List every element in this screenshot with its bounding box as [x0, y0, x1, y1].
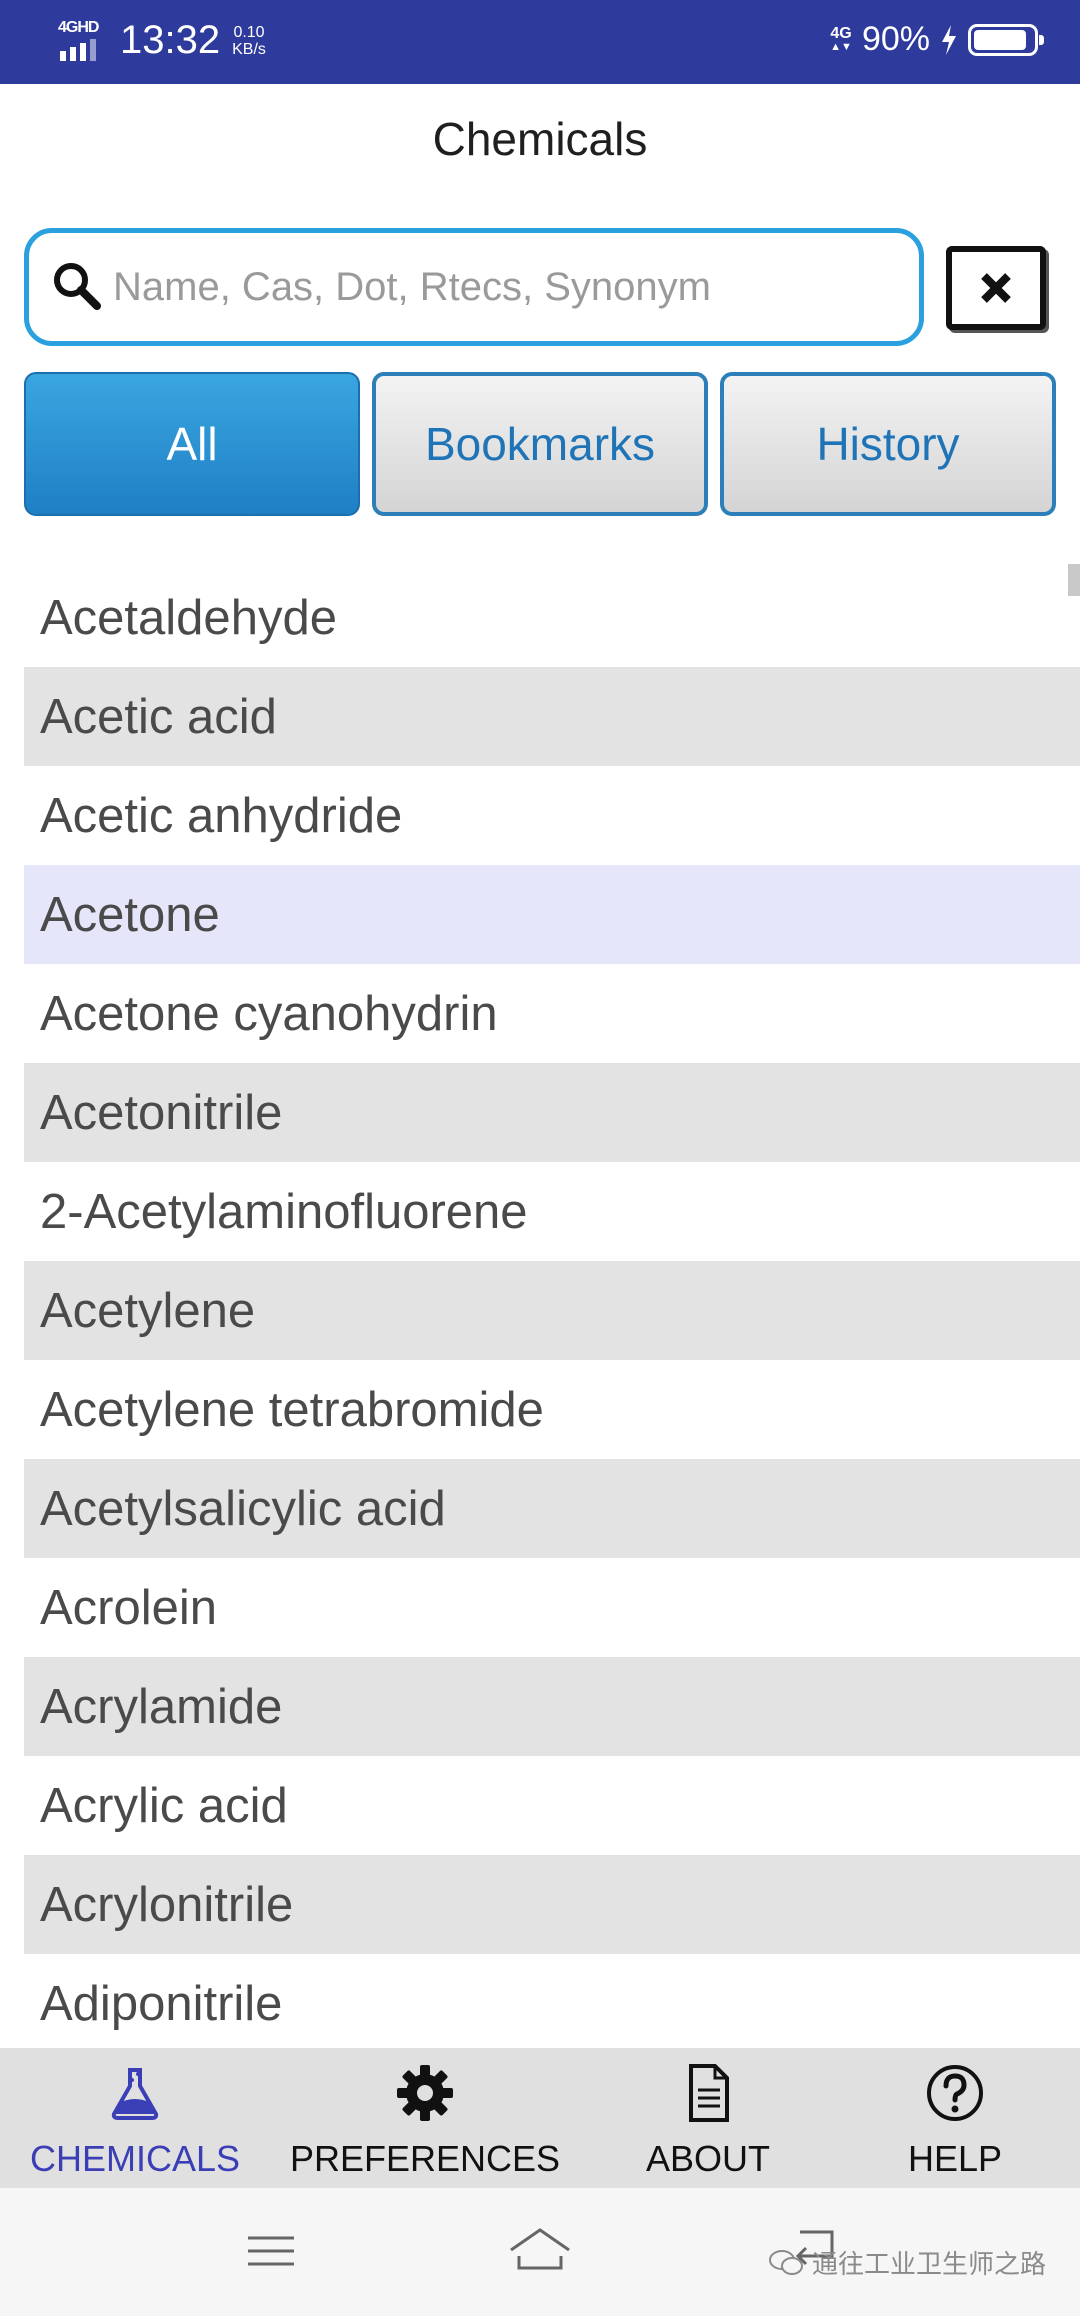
close-icon	[981, 273, 1011, 303]
list-item[interactable]: Acetone cyanohydrin	[24, 964, 1080, 1063]
tab-all[interactable]: All	[24, 372, 360, 516]
list-item[interactable]: Acetylene tetrabromide	[24, 1360, 1080, 1459]
list-item[interactable]: Adiponitrile	[24, 1954, 1080, 2048]
signal-indicator: 4GHD	[58, 19, 106, 63]
list-item[interactable]: Acrolein	[24, 1558, 1080, 1657]
nav-label-chemicals: CHEMICALS	[29, 2138, 241, 2179]
list-item-selected[interactable]: Acetone	[24, 865, 1080, 964]
list-item[interactable]: Acetonitrile	[24, 1063, 1080, 1162]
list-item[interactable]: Acetic acid	[24, 667, 1080, 766]
nav-label-help: HELP	[907, 2138, 1003, 2179]
search-icon	[54, 263, 101, 310]
scrollbar-thumb[interactable]	[1068, 564, 1080, 596]
list-item[interactable]: Acrylic acid	[24, 1756, 1080, 1855]
tab-history[interactable]: History	[720, 372, 1056, 516]
app-screen: 4GHD 13:32 0.10 KB/s 4G ▲▼ 90% Chemicals	[0, 0, 1080, 2316]
search-input[interactable]	[113, 264, 893, 310]
list-item[interactable]: Acetylene	[24, 1261, 1080, 1360]
clear-search-button[interactable]	[946, 246, 1046, 330]
network-type-label: 4GHD	[58, 18, 99, 36]
list-item[interactable]: Acetaldehyde	[24, 568, 1080, 667]
battery-level-fill	[974, 29, 1027, 50]
bottom-nav: CHEMICALS PREFERENCES ABOUT HELP	[0, 2048, 1080, 2188]
list-item[interactable]: 2-Acetylaminofluorene	[24, 1162, 1080, 1261]
document-icon	[689, 2064, 729, 2122]
nav-preferences[interactable]: PREFERENCES	[288, 2048, 562, 2188]
signal-bars-icon	[60, 38, 96, 61]
list-item[interactable]: Acetylsalicylic acid	[24, 1459, 1080, 1558]
network-speed-value: 0.10	[233, 23, 265, 41]
clock-time: 13:32	[120, 18, 221, 62]
page-title: Chemicals	[432, 113, 648, 165]
tab-bookmarks[interactable]: Bookmarks	[372, 372, 708, 516]
status-left: 4GHD 13:32 0.10 KB/s	[58, 18, 266, 63]
status-right: 4G ▲▼ 90%	[830, 20, 1044, 59]
battery-percent: 90%	[861, 20, 930, 58]
mobile-data-label: 4G	[830, 25, 852, 42]
flask-icon	[111, 2068, 159, 2120]
battery-icon	[968, 23, 1044, 56]
search-field[interactable]	[24, 228, 924, 346]
status-bar: 4GHD 13:32 0.10 KB/s 4G ▲▼ 90%	[0, 0, 1080, 84]
wechat-icon	[768, 2249, 803, 2275]
nav-label-preferences: PREFERENCES	[289, 2138, 561, 2179]
gear-icon	[397, 2065, 453, 2121]
nav-label-about: ABOUT	[645, 2138, 770, 2179]
nav-about[interactable]: ABOUT	[618, 2048, 798, 2188]
question-circle-icon	[927, 2065, 983, 2121]
list-item[interactable]: Acrylonitrile	[24, 1855, 1080, 1954]
list-item[interactable]: Acrylamide	[24, 1657, 1080, 1756]
list-item[interactable]: Acetic anhydride	[24, 766, 1080, 865]
nav-help[interactable]: HELP	[870, 2048, 1040, 2188]
network-speed: 0.10 KB/s	[232, 24, 266, 58]
watermark: 通往工业卫生师之路	[768, 2244, 1046, 2281]
chemical-list[interactable]: Acetaldehyde Acetic acid Acetic anhydrid…	[24, 568, 1080, 2048]
data-arrows-icon: ▲▼	[830, 41, 852, 53]
charging-bolt-icon	[942, 24, 956, 55]
watermark-text: 通往工业卫生师之路	[811, 2249, 1046, 2279]
nav-chemicals[interactable]: CHEMICALS	[20, 2048, 250, 2188]
menu-icon[interactable]	[236, 2216, 306, 2286]
mobile-data-indicator: 4G ▲▼	[830, 26, 852, 53]
network-speed-unit: KB/s	[232, 40, 266, 58]
home-icon[interactable]	[505, 2216, 575, 2286]
